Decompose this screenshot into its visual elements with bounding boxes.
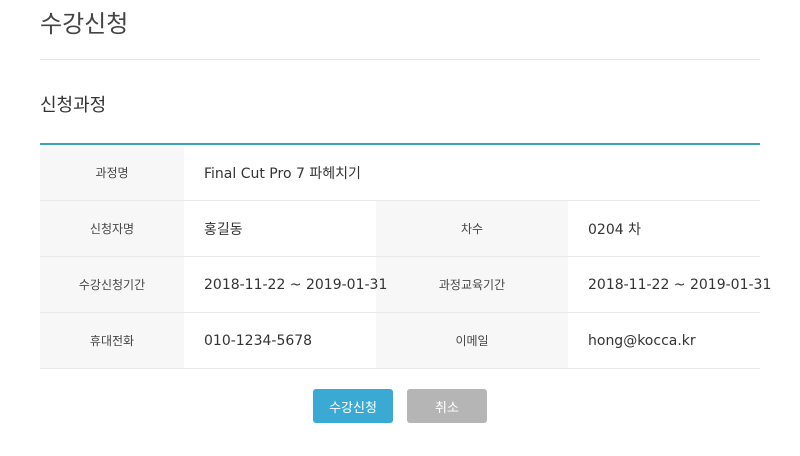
title-divider: [40, 59, 760, 60]
table-row-course: 과정명 Final Cut Pro 7 파헤치기: [40, 144, 760, 201]
phone-value: 010-1234-5678: [184, 312, 376, 369]
edu-period-value: 2018-11-22 ~ 2019-01-31: [568, 256, 771, 313]
phone-label: 휴대전화: [40, 312, 184, 369]
round-value: 0204 차: [568, 200, 760, 257]
cancel-button[interactable]: 취소: [407, 389, 487, 423]
email-value: hong@kocca.kr: [568, 312, 760, 369]
course-info-table: 과정명 Final Cut Pro 7 파헤치기 신청자명 홍길동 차수 020…: [40, 143, 771, 369]
applicant-name-label: 신청자명: [40, 200, 184, 257]
enroll-period-value: 2018-11-22 ~ 2019-01-31: [184, 256, 387, 313]
course-name-label: 과정명: [40, 144, 184, 201]
submit-enrollment-button[interactable]: 수강신청: [313, 389, 393, 423]
course-name-value: Final Cut Pro 7 파헤치기: [184, 144, 760, 201]
email-label: 이메일: [376, 312, 568, 369]
table-row-period: 수강신청기간 2018-11-22 ~ 2019-01-31 과정교육기간 20…: [40, 256, 771, 313]
table-row-applicant: 신청자명 홍길동 차수 0204 차: [40, 200, 760, 257]
button-row: 수강신청 취소: [0, 389, 800, 423]
edu-period-label: 과정교육기간: [376, 256, 568, 313]
applicant-name-value: 홍길동: [184, 200, 376, 257]
enroll-period-label: 수강신청기간: [40, 256, 184, 313]
round-label: 차수: [376, 200, 568, 257]
table-row-contact: 휴대전화 010-1234-5678 이메일 hong@kocca.kr: [40, 312, 760, 369]
page-title: 수강신청: [40, 10, 129, 38]
section-title: 신청과정: [40, 95, 107, 116]
